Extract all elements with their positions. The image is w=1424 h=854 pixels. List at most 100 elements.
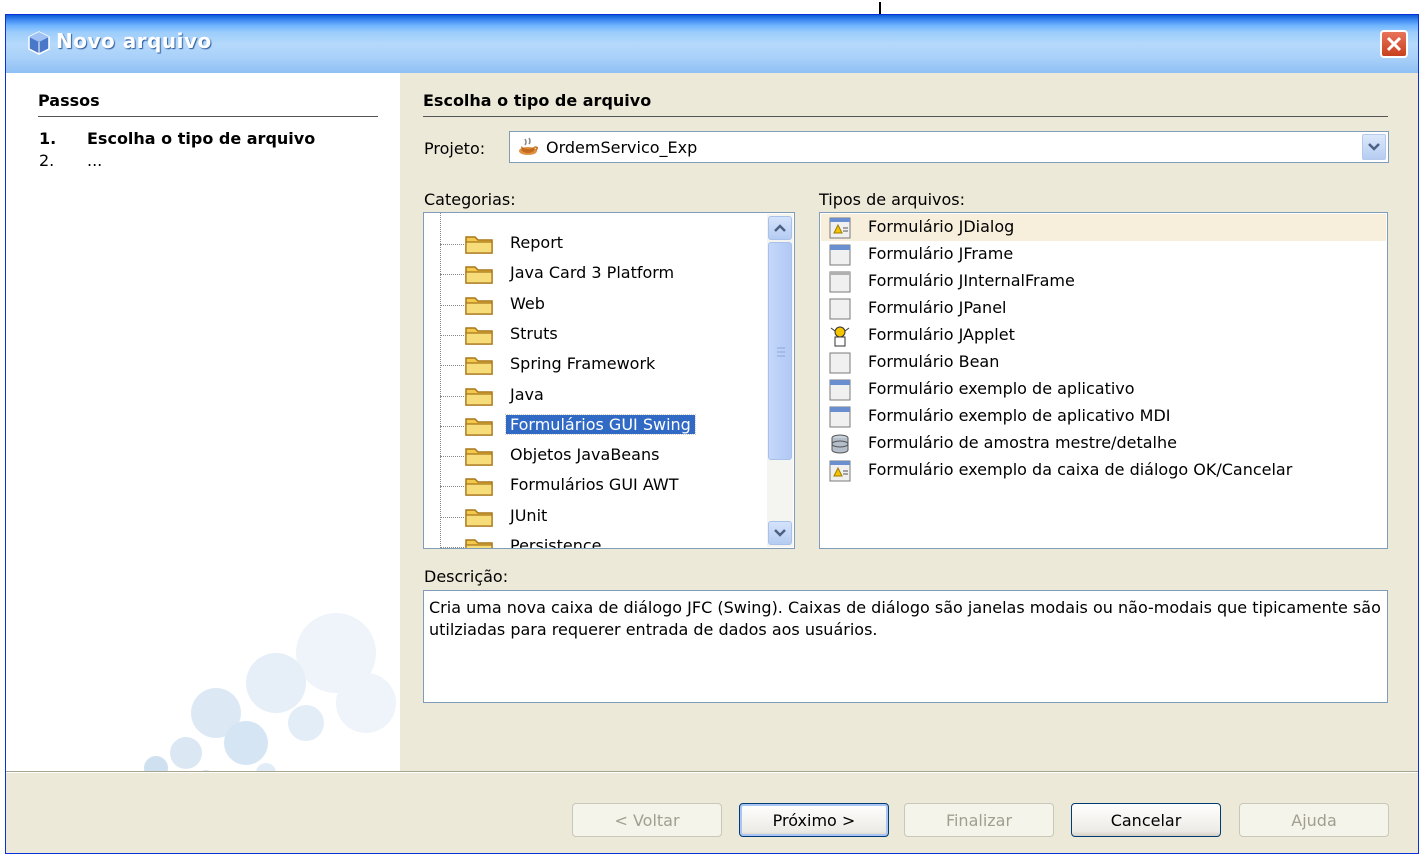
file-type-item[interactable]: Formulário JInternalFrame (821, 268, 1386, 295)
category-item[interactable]: Web (424, 291, 764, 319)
chevron-down-icon (1368, 143, 1380, 151)
window-title: Novo arquivo (56, 29, 212, 53)
file-type-item[interactable]: Formulário exemplo de aplicativo (821, 376, 1386, 403)
tree-branch-line (440, 456, 464, 458)
file-type-item[interactable]: Formulário JDialog (821, 214, 1386, 241)
chevron-up-icon (774, 224, 786, 232)
category-label: JUnit (510, 505, 548, 525)
scroll-thumb[interactable] (768, 242, 792, 460)
category-item[interactable]: Formulários GUI Swing (424, 412, 764, 440)
internal-frame-form-icon (829, 271, 851, 293)
folder-icon (465, 387, 493, 406)
step-label: Escolha o tipo de arquivo (87, 129, 316, 148)
folder-icon (465, 236, 493, 254)
file-type-item[interactable]: Formulário JApplet (821, 322, 1386, 349)
category-label: Persistence (510, 536, 602, 549)
decorative-bubbles-graphic (121, 613, 396, 773)
category-label: Formulários GUI Swing (505, 413, 696, 435)
tree-branch-line (440, 244, 464, 245)
category-label: Objetos JavaBeans (510, 445, 660, 465)
close-button[interactable] (1380, 30, 1408, 58)
categories-label: Categorias: (424, 190, 516, 209)
categories-tree[interactable]: Report Java Card 3 Platform Web Struts Sprin… (423, 212, 795, 549)
back-button[interactable]: < Voltar (572, 803, 722, 837)
tree-branch-line (440, 516, 464, 518)
categories-scrollbar[interactable] (767, 214, 793, 547)
category-item[interactable]: Spring Framework (424, 351, 764, 379)
close-icon (1386, 36, 1402, 52)
file-type-item[interactable]: Formulário de amostra mestre/detalhe (821, 430, 1386, 457)
folder-icon (465, 357, 493, 375)
project-combobox[interactable]: OrdemServico_Exp (509, 131, 1389, 163)
tree-branch-line (440, 274, 464, 276)
category-label: Report (510, 233, 564, 252)
steps-header: Passos (38, 91, 378, 117)
category-label: Web (510, 293, 545, 313)
project-label: Projeto: (424, 139, 486, 158)
file-type-item[interactable]: Formulário Bean (821, 349, 1386, 376)
finish-button[interactable]: Finalizar (904, 803, 1054, 837)
description-text: Cria uma nova caixa de diálogo JFC (Swin… (423, 590, 1388, 703)
scroll-up-button[interactable] (768, 216, 792, 240)
database-form-icon (831, 434, 849, 454)
cancel-button[interactable]: Cancelar (1071, 803, 1221, 837)
step-number: 1. (39, 129, 57, 148)
folder-icon (465, 266, 493, 285)
file-type-label: Formulário de amostra mestre/detalhe (868, 433, 1177, 452)
tree-branch-line (440, 547, 464, 548)
scroll-down-button[interactable] (768, 521, 792, 545)
step-number: 2. (39, 151, 55, 170)
file-type-label: Formulário JInternalFrame (868, 271, 1075, 290)
folder-icon (465, 327, 493, 345)
category-label: Struts (510, 323, 558, 343)
help-button[interactable]: Ajuda (1239, 803, 1389, 837)
java-project-icon (519, 137, 539, 155)
category-label: Java (510, 384, 544, 404)
netbeans-cube-icon (28, 31, 50, 55)
frame-form-icon (829, 406, 851, 428)
title-bar[interactable]: Novo arquivo (6, 15, 1418, 73)
section-title: Escolha o tipo de arquivo (423, 91, 1388, 117)
frame-form-icon (829, 244, 851, 266)
folder-icon (465, 539, 493, 548)
file-type-item[interactable]: Formulário exemplo da caixa de diálogo O… (821, 457, 1386, 484)
file-type-item[interactable]: Formulário JFrame (821, 241, 1386, 268)
category-item[interactable]: Java Card 3 Platform (424, 260, 764, 288)
grip-icon (777, 347, 785, 357)
file-type-label: Formulário exemplo de aplicativo (868, 379, 1135, 398)
tree-branch-line (440, 425, 464, 427)
category-item[interactable]: JUnit (424, 503, 764, 531)
file-type-item[interactable]: Formulário JPanel (821, 295, 1386, 322)
file-type-item[interactable]: Formulário exemplo de aplicativo MDI (821, 403, 1386, 430)
tree-branch-line (440, 304, 464, 306)
next-button[interactable]: Próximo > (739, 803, 889, 837)
frame-form-icon (829, 379, 851, 401)
category-item[interactable]: Report (424, 230, 764, 258)
new-file-dialog: Novo arquivo Passos 1. Escolha o tipo de … (5, 14, 1419, 854)
tree-branch-line (440, 334, 464, 336)
folder-icon (465, 508, 493, 527)
file-type-label: Formulário exemplo de aplicativo MDI (868, 406, 1171, 425)
category-item[interactable]: Java (424, 382, 764, 410)
file-type-label: Formulário JDialog (868, 217, 1015, 236)
step-item: 2.... (39, 151, 102, 170)
file-type-label: Formulário JPanel (868, 298, 1007, 317)
panel-form-icon (829, 298, 851, 320)
dialog-form-icon (829, 460, 851, 482)
file-types-list[interactable]: Formulário JDialog Formulário JFrame Formu… (819, 212, 1388, 549)
chevron-down-icon (774, 529, 786, 537)
file-types-label: Tipos de arquivos: (819, 190, 966, 209)
description-label: Descrição: (424, 567, 509, 586)
project-dropdown-button[interactable] (1362, 134, 1386, 160)
step-item: 1. Escolha o tipo de arquivo (39, 129, 315, 148)
folder-icon (465, 478, 493, 497)
category-item[interactable]: Objetos JavaBeans (424, 442, 764, 470)
category-item[interactable]: Formulários GUI AWT (424, 472, 764, 500)
category-item[interactable]: Struts (424, 321, 764, 349)
dialog-form-icon (829, 217, 851, 239)
file-type-label: Formulário exemplo da caixa de diálogo O… (868, 460, 1293, 479)
file-type-label: Formulário Bean (868, 352, 1000, 371)
folder-icon (465, 296, 493, 315)
category-item[interactable]: Persistence (424, 533, 764, 549)
steps-panel: Passos 1. Escolha o tipo de arquivo 2.... (6, 73, 400, 773)
